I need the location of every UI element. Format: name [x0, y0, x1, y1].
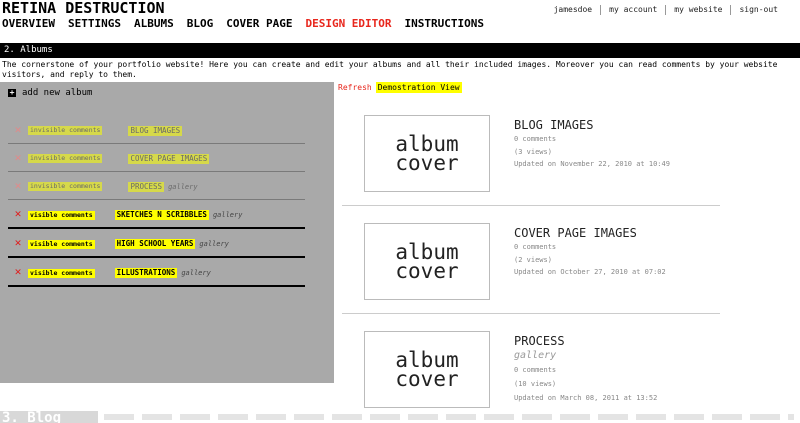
gallery-tag: gallery [199, 240, 229, 248]
album-cover-placeholder: album cover [395, 349, 459, 391]
delete-icon[interactable]: ✕ [8, 126, 28, 136]
nav-instructions[interactable]: INSTRUCTIONS [405, 17, 484, 31]
album-row: ✕ invisible comments PROCESS gallery [8, 174, 305, 200]
plus-icon: + [8, 88, 16, 97]
album-row: ✕ visible comments SKETCHES N SCRIBBLES … [8, 203, 305, 229]
my-account-link[interactable]: my account [600, 5, 665, 15]
my-website-link[interactable]: my website [665, 5, 730, 15]
main-nav: OVERVIEW SETTINGS ALBUMS BLOG COVER PAGE… [2, 17, 484, 31]
album-card-comments[interactable]: 0 comments [514, 243, 556, 251]
album-cover-thumbnail[interactable]: album cover [364, 115, 490, 192]
album-card-gallery: gallery [514, 350, 557, 361]
album-cover-thumbnail[interactable]: album cover [364, 223, 490, 300]
album-card-updated: Updated on March 08, 2011 at 13:52 [514, 394, 658, 402]
nav-design-editor[interactable]: DESIGN EDITOR [305, 17, 391, 31]
delete-icon[interactable]: ✕ [8, 154, 28, 164]
album-list-panel: + add new album ✕ invisible comments BLO… [0, 82, 334, 383]
delete-icon[interactable]: ✕ [8, 239, 28, 249]
cover-text-line: cover [395, 150, 459, 175]
faded-description [104, 414, 794, 420]
album-name-link[interactable]: HIGH SCHOOL YEARS [114, 239, 196, 249]
album-name-link[interactable]: PROCESS [128, 181, 165, 192]
add-album-button[interactable]: + add new album [8, 88, 92, 98]
album-row: ✕ visible comments ILLUSTRATIONS gallery [8, 261, 305, 287]
delete-icon[interactable]: ✕ [8, 182, 28, 192]
album-card[interactable]: album cover PROCESS gallery 0 comments (… [342, 318, 720, 422]
nav-cover-page[interactable]: COVER PAGE [226, 17, 292, 31]
album-row: ✕ visible comments HIGH SCHOOL YEARS gal… [8, 232, 305, 258]
album-card-comments[interactable]: 0 comments [514, 366, 556, 374]
user-name-link[interactable]: jamesdoe [546, 5, 601, 15]
delete-icon[interactable]: ✕ [8, 210, 28, 220]
section-description: The cornerstone of your portfolio websit… [2, 60, 778, 79]
album-name-link[interactable]: SKETCHES N SCRIBBLES [114, 210, 209, 220]
blog-section-heading: 3. Blog [0, 411, 98, 423]
album-card-title[interactable]: BLOG IMAGES [514, 118, 593, 132]
cover-text-line: cover [395, 258, 459, 283]
nav-albums[interactable]: ALBUMS [134, 17, 174, 31]
refresh-button[interactable]: Refresh [338, 82, 372, 93]
album-card-views: (2 views) [514, 256, 552, 264]
nav-settings[interactable]: SETTINGS [68, 17, 121, 31]
next-section-preview: 3. Blog [0, 408, 800, 423]
album-name-link[interactable]: COVER PAGE IMAGES [128, 153, 210, 164]
album-card-updated: Updated on October 27, 2010 at 07:02 [514, 268, 666, 276]
album-name-link[interactable]: BLOG IMAGES [128, 125, 183, 136]
demonstration-view-button[interactable]: Demostration View [375, 82, 462, 93]
preview-controls: Refresh Demostration View [338, 82, 462, 93]
comments-toggle[interactable]: visible comments [28, 210, 95, 220]
user-nav: jamesdoe my account my website sign-out [546, 5, 786, 15]
sign-out-link[interactable]: sign-out [730, 5, 786, 15]
album-cover-placeholder: album cover [395, 133, 459, 175]
comments-toggle[interactable]: visible comments [28, 268, 95, 278]
album-name-link[interactable]: ILLUSTRATIONS [114, 268, 178, 278]
add-album-label: add new album [22, 88, 93, 98]
album-cover-thumbnail[interactable]: album cover [364, 331, 490, 408]
delete-icon[interactable]: ✕ [8, 268, 28, 278]
card-divider [342, 205, 720, 206]
album-card-title[interactable]: PROCESS [514, 334, 565, 348]
album-card[interactable]: album cover COVER PAGE IMAGES 0 comments… [342, 210, 720, 314]
album-card-comments[interactable]: 0 comments [514, 135, 556, 143]
album-cover-placeholder: album cover [395, 241, 459, 283]
card-divider [342, 313, 720, 314]
site-title[interactable]: RETINA DESTRUCTION [2, 0, 165, 16]
album-card-updated: Updated on November 22, 2010 at 10:49 [514, 160, 670, 168]
comments-toggle[interactable]: invisible comments [28, 154, 103, 163]
comments-toggle[interactable]: visible comments [28, 239, 95, 249]
section-header: 2. Albums [0, 43, 800, 58]
gallery-tag: gallery [212, 211, 243, 219]
comments-toggle[interactable]: invisible comments [28, 182, 103, 191]
album-card-views: (10 views) [514, 380, 557, 388]
album-row: ✕ invisible comments COVER PAGE IMAGES [8, 146, 305, 172]
album-card[interactable]: album cover BLOG IMAGES 0 comments (3 vi… [342, 102, 720, 206]
nav-blog[interactable]: BLOG [187, 17, 214, 31]
cover-text-line: cover [395, 366, 459, 391]
album-card-title[interactable]: COVER PAGE IMAGES [514, 226, 637, 240]
gallery-tag: gallery [168, 182, 198, 191]
album-card-views: (3 views) [514, 148, 552, 156]
comments-toggle[interactable]: invisible comments [28, 126, 103, 135]
gallery-tag: gallery [181, 269, 211, 277]
album-row: ✕ invisible comments BLOG IMAGES [8, 118, 305, 144]
nav-overview[interactable]: OVERVIEW [2, 17, 55, 31]
